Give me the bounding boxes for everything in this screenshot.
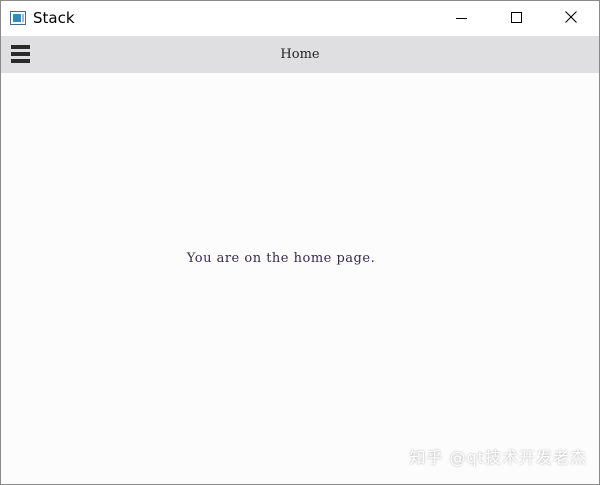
minimize-button[interactable]: [438, 1, 484, 36]
menu-line: [11, 59, 30, 63]
close-icon: [565, 11, 577, 23]
tool-bar: Home: [1, 36, 599, 73]
watermark: 知乎 @qt技术开发老杰: [409, 448, 587, 467]
maximize-button[interactable]: [493, 1, 539, 36]
minimize-icon: [456, 18, 467, 19]
page-title: Home: [280, 47, 320, 62]
window-title: Stack: [33, 9, 75, 27]
menu-line: [11, 52, 30, 56]
app-window: Stack Home You are on the home page. 知乎 …: [0, 0, 600, 485]
hamburger-menu-icon[interactable]: [9, 43, 31, 65]
app-icon[interactable]: [10, 11, 26, 25]
close-button[interactable]: [548, 1, 594, 36]
app-icon-inner: [13, 14, 21, 22]
maximize-icon: [511, 12, 522, 23]
stack-view-content: You are on the home page. 知乎 @qt技术开发老杰: [1, 73, 599, 484]
menu-line: [11, 45, 30, 49]
app-icon-bar: [22, 14, 24, 22]
title-bar[interactable]: Stack: [1, 1, 599, 36]
home-page-message: You are on the home page.: [186, 251, 376, 266]
